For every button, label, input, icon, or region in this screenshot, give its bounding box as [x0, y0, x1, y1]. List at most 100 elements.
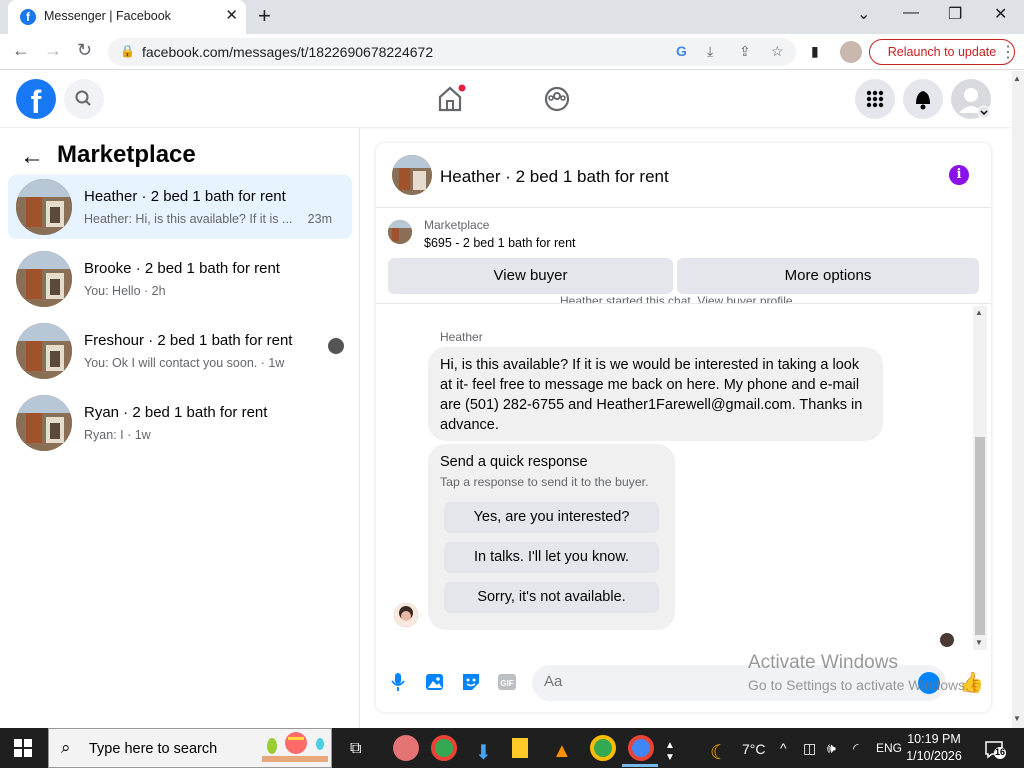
quick-response-button[interactable]: In talks. I'll let you know. — [444, 542, 659, 573]
clock-time: 10:19 PM — [907, 732, 961, 746]
quick-response-button[interactable]: Yes, are you interested? — [444, 502, 659, 533]
scroll-up-icon[interactable]: ▲ — [975, 308, 983, 317]
address-bar[interactable]: 🔒 facebook.com/messages/t/18226906782246… — [108, 38, 796, 66]
chrome-taskbar-icon[interactable] — [590, 735, 616, 761]
restore-button[interactable]: ❐ — [948, 4, 962, 24]
google-lens-icon[interactable]: G — [676, 43, 687, 59]
conversation-snippet: Heather: Hi, is this available? If it is… — [84, 212, 293, 226]
divider — [376, 207, 991, 208]
clock-date: 1/10/2026 — [906, 749, 962, 763]
account-button[interactable] — [951, 79, 991, 119]
sender-avatar — [394, 603, 418, 627]
message-bubble[interactable]: Hi, is this available? If it is we would… — [428, 347, 883, 441]
divider — [376, 303, 991, 304]
file-explorer-icon[interactable] — [512, 738, 528, 758]
home-nav-button[interactable] — [436, 84, 466, 117]
quick-response-title: Send a quick response — [440, 454, 588, 470]
listing-thumbnail — [16, 395, 72, 451]
conversation-item-brooke[interactable]: Brooke · 2 bed 1 bath for rent You: Hell… — [8, 247, 352, 311]
conversation-title: Heather · 2 bed 1 bath for rent — [84, 188, 286, 205]
microphone-icon[interactable] — [390, 672, 406, 697]
sidebar-title: Marketplace — [57, 141, 196, 168]
marketplace-thumbnail — [388, 220, 412, 244]
notification-count: 16 — [995, 747, 1006, 757]
conversation-time: 23m — [307, 212, 332, 226]
scroll-down-icon[interactable]: ▼ — [975, 638, 983, 647]
groups-nav-button[interactable] — [543, 85, 571, 116]
listing-price[interactable]: $695 - 2 bed 1 bath for rent — [424, 236, 576, 250]
reload-icon[interactable]: ↻ — [77, 40, 92, 61]
chat-scrollbar-thumb[interactable] — [975, 437, 985, 635]
page-scroll-down-icon[interactable]: ▼ — [1013, 714, 1021, 723]
network-icon[interactable]: ◜ — [853, 740, 858, 757]
weather-temp[interactable]: 7°C — [742, 741, 766, 757]
seen-avatar — [328, 338, 344, 354]
tray-app-icon[interactable]: ◫ — [803, 740, 816, 757]
photo-icon[interactable] — [425, 672, 445, 697]
back-arrow-icon[interactable]: ← — [20, 143, 44, 171]
share-icon[interactable]: ⇪ — [739, 43, 751, 60]
conversation-title: Brooke · 2 bed 1 bath for rent — [84, 260, 280, 277]
page-scroll-up-icon[interactable]: ▲ — [1013, 74, 1021, 83]
chat-title[interactable]: Heather · 2 bed 1 bath for rent — [440, 167, 669, 187]
account-avatar-icon — [959, 88, 991, 119]
system-clock[interactable]: 10:19 PM 1/10/2026 — [896, 731, 972, 765]
conversation-item-heather[interactable]: Heather · 2 bed 1 bath for rent Heather:… — [8, 175, 352, 239]
sticker-icon[interactable] — [461, 672, 481, 697]
install-icon[interactable]: ⤓ — [707, 43, 713, 60]
chrome-active-taskbar-icon[interactable] — [628, 735, 654, 761]
notifications-button[interactable] — [903, 79, 943, 119]
page-scrollbar[interactable] — [1012, 71, 1024, 728]
side-panel-icon[interactable]: ▮ — [811, 43, 819, 60]
search-highlight-balloons-icon[interactable] — [262, 732, 328, 762]
taskbar-search-placeholder: Type here to search — [89, 741, 218, 757]
active-indicator — [622, 764, 658, 767]
profile-avatar[interactable] — [840, 41, 862, 63]
quick-response-button[interactable]: Sorry, it's not available. — [444, 582, 659, 613]
browser-menu-icon[interactable]: ⋮ — [1000, 42, 1016, 62]
download-taskbar-icon[interactable]: ⬇ — [475, 740, 492, 765]
tray-chevron-icon[interactable]: ^ — [780, 740, 787, 756]
search-icon: ⌕ — [61, 738, 71, 757]
minimize-button[interactable]: — — [903, 4, 919, 22]
conversation-item-freshour[interactable]: Freshour · 2 bed 1 bath for rent You: Ok… — [8, 319, 352, 383]
grid-menu-icon — [866, 90, 884, 108]
facebook-logo-icon[interactable]: f — [16, 79, 56, 119]
notification-center[interactable]: 16 — [984, 739, 1006, 759]
chrome-taskbar-icon[interactable] — [431, 735, 457, 761]
listing-thumbnail — [16, 323, 72, 379]
search-button[interactable] — [64, 79, 104, 119]
back-arrow-icon[interactable]: ← — [12, 40, 30, 61]
conversation-item-ryan[interactable]: Ryan · 2 bed 1 bath for rent Ryan: I · 1… — [8, 391, 352, 455]
read-receipt-avatar — [940, 633, 954, 647]
taskbar-app-icon[interactable] — [393, 735, 419, 761]
gif-icon[interactable]: GIF — [497, 672, 517, 697]
conversation-snippet: You: Ok I will contact you soon. · 1w — [84, 356, 285, 370]
vlc-icon[interactable]: ▲ — [552, 740, 572, 763]
tab-close-icon[interactable]: ✕ — [225, 6, 238, 24]
info-icon[interactable]: i — [949, 165, 969, 185]
lock-icon: 🔒 — [120, 44, 135, 58]
conversation-snippet: You: Hello · 2h — [84, 284, 166, 298]
facebook-favicon-icon: f — [20, 9, 36, 25]
tab-search-icon[interactable]: ⌄ — [857, 4, 870, 24]
new-tab-button[interactable]: + — [258, 3, 271, 29]
relaunch-button[interactable]: Relaunch to update — [869, 39, 1015, 65]
taskbar-overflow-icon[interactable]: ▲ ▼ — [665, 740, 675, 764]
forward-arrow-icon[interactable]: → — [44, 40, 62, 61]
bell-icon — [916, 91, 930, 110]
browser-tab[interactable]: f Messenger | Facebook ✕ — [8, 0, 246, 34]
weather-moon-icon: ☾ — [710, 742, 728, 764]
view-buyer-button[interactable]: View buyer — [388, 258, 673, 294]
chat-listing-thumbnail[interactable] — [392, 155, 432, 195]
close-window-button[interactable]: ✕ — [994, 4, 1007, 24]
bookmark-star-icon[interactable]: ☆ — [771, 43, 784, 60]
listing-thumbnail — [16, 179, 72, 235]
windows-start-icon[interactable] — [14, 739, 32, 757]
conversation-snippet: Ryan: I · 1w — [84, 428, 151, 442]
task-view-icon[interactable]: ⧉ — [350, 740, 361, 758]
volume-icon[interactable]: 🕪 — [827, 740, 836, 757]
more-options-button[interactable]: More options — [677, 258, 979, 294]
activate-windows-subtitle: Go to Settings to activate Windows. — [748, 677, 969, 693]
menu-button[interactable] — [855, 79, 895, 119]
